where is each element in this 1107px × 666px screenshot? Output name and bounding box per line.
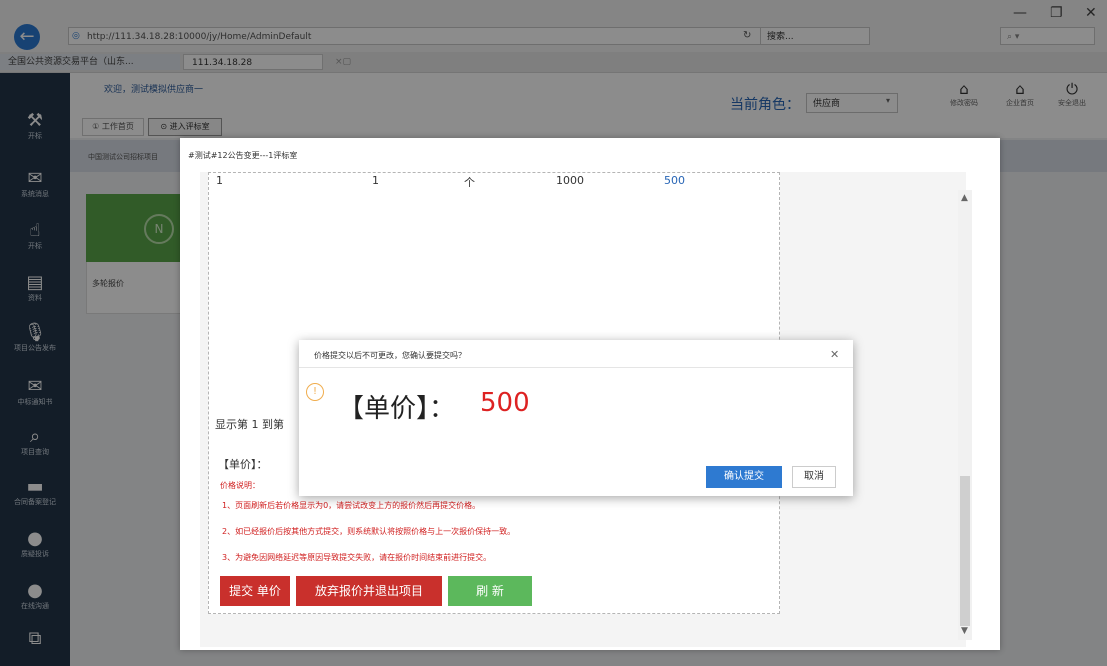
note-item: 2、如已经报价后按其他方式提交，则系统默认将按照价格与上一次报价保持一致。	[222, 527, 516, 536]
table-cell: 1	[216, 174, 223, 187]
refresh-button[interactable]: 刷 新	[448, 576, 532, 606]
warning-icon: !	[306, 383, 324, 401]
cancel-button[interactable]: 取消	[792, 466, 836, 488]
note-item: 3、为避免因网络延迟等原因导致提交失败，请在报价时间结束前进行提交。	[222, 553, 492, 562]
scroll-up-icon[interactable]: ▲	[961, 193, 968, 203]
scroll-down-icon[interactable]: ▼	[961, 626, 968, 636]
table-info: 显示第 1 到第	[215, 418, 284, 431]
scrollbar-thumb[interactable]	[960, 476, 970, 626]
notes-title: 价格说明：	[220, 481, 260, 490]
dialog-divider	[299, 367, 853, 368]
dialog-price-value: 500	[480, 388, 530, 418]
abandon-bid-button[interactable]: 放弃报价并退出项目	[296, 576, 442, 606]
close-icon[interactable]: ✕	[830, 348, 839, 361]
table-cell: 1000	[556, 174, 584, 187]
confirm-submit-button[interactable]: 确认提交	[706, 466, 782, 488]
table-cell: 个	[464, 176, 475, 189]
submit-price-button[interactable]: 提交 单价	[220, 576, 290, 606]
table-cell-link[interactable]: 500	[664, 174, 685, 187]
price-label: 【单价】：	[218, 458, 268, 471]
note-item: 1、页面刷新后若价格显示为0，请尝试改变上方的报价然后再提交价格。	[222, 501, 481, 510]
table-cell: 1	[372, 174, 379, 187]
dialog-price-label: 【单价】：	[338, 394, 456, 424]
modal-title: #测试#12公告变更---1评标室	[188, 151, 298, 160]
dialog-title: 价格提交以后不可更改，您确认要提交吗？	[314, 351, 466, 360]
